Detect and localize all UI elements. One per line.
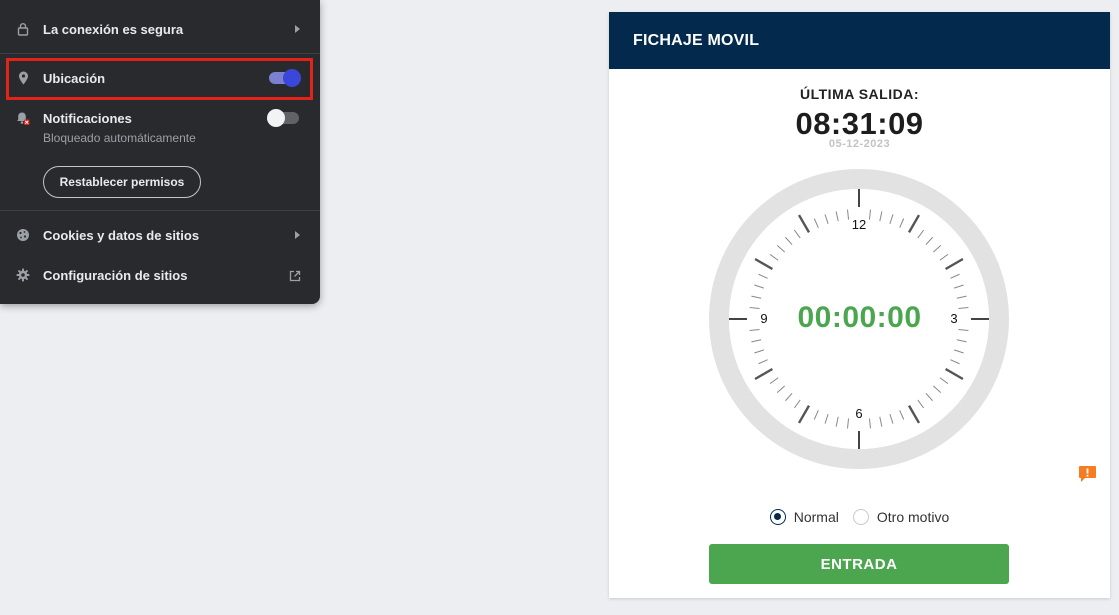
fichaje-card: FICHAJE MOVIL ÚLTIMA SALIDA: 08:31:09 05… [609, 12, 1110, 598]
elapsed-time: 00:00:00 [797, 301, 922, 334]
chevron-right-icon [295, 25, 300, 33]
radio-other-circle[interactable] [852, 509, 869, 525]
site-info-popup: La conexión es segura Ubicación Notifica… [0, 0, 320, 304]
site-settings-label: Configuración de sitios [43, 267, 188, 283]
cookies-label: Cookies y datos de sitios [43, 227, 200, 243]
reason-radio-group: Normal Otro motivo [609, 509, 1110, 525]
last-exit-time: 08:31:09 [795, 106, 924, 141]
chevron-right-icon [295, 231, 300, 239]
toggle-knob [267, 109, 285, 127]
connection-secure-label: La conexión es segura [43, 21, 184, 37]
connection-secure-row[interactable]: La conexión es segura [0, 19, 320, 39]
site-settings-row[interactable]: Configuración de sitios [0, 265, 320, 285]
card-header: FICHAJE MOVIL [609, 12, 1110, 69]
divider [0, 210, 320, 211]
notifications-permission-row: Notificaciones [0, 108, 320, 128]
last-exit-label: ÚLTIMA SALIDA: [800, 86, 919, 102]
highlight-box [6, 58, 313, 100]
numeral-12: 12 [852, 217, 866, 232]
alert-icon[interactable] [1078, 465, 1097, 483]
reset-permissions-button[interactable]: Restablecer permisos [43, 166, 201, 198]
radio-normal-circle[interactable] [769, 509, 786, 525]
entrada-button[interactable]: ENTRADA [709, 544, 1009, 584]
lock-icon [16, 22, 30, 36]
cookie-icon [16, 228, 30, 242]
divider [0, 53, 320, 54]
radio-normal-label: Normal [793, 509, 839, 525]
notifications-status: Bloqueado automáticamente [43, 131, 196, 145]
external-link-icon [289, 269, 301, 287]
radio-normal[interactable]: Normal [769, 509, 839, 525]
last-exit-date: 05-12-2023 [828, 138, 891, 150]
card-title: FICHAJE MOVIL [633, 32, 760, 49]
notifications-label: Notificaciones [43, 110, 132, 126]
numeral-6: 6 [855, 406, 862, 421]
notifications-toggle[interactable] [267, 109, 299, 127]
notifications-blocked-icon [16, 111, 30, 125]
radio-other[interactable]: Otro motivo [852, 509, 950, 525]
cookies-row[interactable]: Cookies y datos de sitios [0, 225, 320, 245]
gear-icon [16, 268, 30, 282]
radio-other-label: Otro motivo [876, 509, 950, 525]
